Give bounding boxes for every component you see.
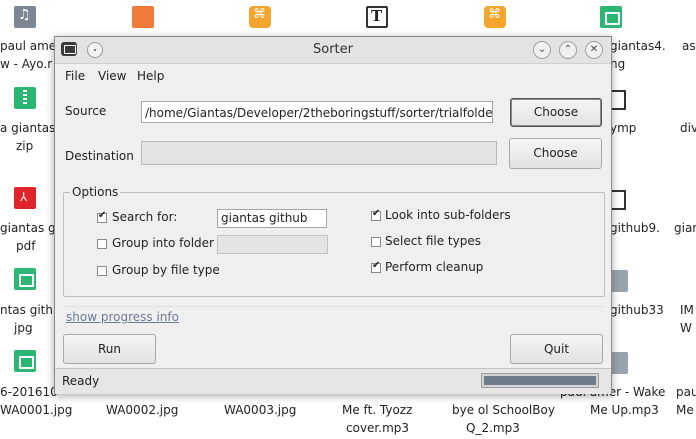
destination-path-field[interactable] (141, 141, 497, 165)
menu-bar: File View Help (55, 64, 611, 86)
group-into-folder-label[interactable]: Group into folder (112, 236, 214, 250)
desktop-file-label: github33 (610, 303, 664, 317)
zip-file-icon[interactable] (14, 87, 36, 109)
desktop-file-label: Q_2.mp3 (466, 421, 520, 435)
choose-destination-button[interactable]: Choose (509, 138, 602, 169)
search-for-label[interactable]: Search for: (112, 210, 177, 224)
desktop-file-label: pdf (16, 239, 36, 253)
text-file-icon[interactable] (366, 6, 388, 28)
desktop-file-label: div (680, 121, 696, 135)
menu-file[interactable]: File (65, 69, 85, 83)
desktop-file-label: zip (16, 139, 34, 153)
image-file-icon[interactable] (14, 268, 36, 290)
desktop-file-label: w - Ayo.r (0, 57, 53, 71)
choose-source-button[interactable]: Choose (510, 98, 602, 127)
desktop-file-label: ng (610, 57, 626, 71)
run-button[interactable]: Run (63, 334, 156, 364)
group-by-file-type-checkbox[interactable] (97, 266, 107, 276)
pdf-file-icon[interactable] (14, 187, 36, 209)
window-title: Sorter (313, 42, 353, 57)
select-file-types-checkbox[interactable] (371, 237, 381, 247)
desktop-file-label: cover.mp3 (346, 421, 410, 435)
options-group: Options Search for: giantas github Group… (63, 185, 605, 297)
show-progress-link[interactable]: show progress info (66, 310, 179, 324)
group-into-folder-checkbox[interactable] (97, 239, 107, 249)
image-file-icon[interactable] (14, 350, 36, 372)
desktop-file-label: github9. (610, 221, 660, 235)
image-file-icon[interactable] (600, 6, 622, 28)
title-bar[interactable]: Sorter ⌄ ⌃ ✕ (55, 37, 611, 64)
group-folder-input[interactable] (217, 235, 328, 254)
desktop-file-label: WA0003.jpg (224, 403, 297, 417)
sorter-window: Sorter ⌄ ⌃ ✕ File View Help Source /home… (54, 36, 612, 394)
search-input[interactable]: giantas github (217, 209, 327, 228)
look-into-subfolders-label[interactable]: Look into sub-folders (385, 208, 511, 222)
desktop-file-label: WA0002.jpg (106, 403, 179, 417)
quit-button[interactable]: Quit (510, 334, 603, 364)
menu-help[interactable]: Help (137, 69, 164, 83)
desktop-file-label: WA0001.jpg (0, 403, 73, 417)
source-path-field[interactable]: /home/Giantas/Developer/2theboringstuff/… (141, 101, 493, 123)
desktop-file-label: Me (676, 403, 694, 417)
minimize-button[interactable]: ⌄ (533, 41, 551, 59)
desktop-file-label: ymp (610, 121, 637, 135)
status-text: Ready (62, 374, 100, 388)
desktop-file-label: W (680, 321, 692, 335)
source-label: Source (65, 104, 107, 118)
desktop-file-label: as (682, 39, 696, 53)
python-file-icon[interactable] (249, 6, 271, 28)
desktop-file-label: gian (674, 221, 696, 235)
status-bar: Ready (55, 368, 611, 394)
look-into-subfolders-checkbox[interactable] (371, 208, 381, 221)
desktop-file-label: Me Up.mp3 (590, 403, 659, 417)
select-file-types-label[interactable]: Select file types (385, 234, 481, 248)
python-file-icon[interactable] (484, 6, 506, 28)
desktop-file-label: jpg (14, 321, 33, 335)
presentation-file-icon[interactable] (132, 6, 154, 28)
close-button[interactable]: ✕ (585, 41, 603, 59)
status-progress-fill (484, 376, 596, 385)
maximize-button[interactable]: ⌃ (559, 41, 577, 59)
search-for-checkbox[interactable] (97, 210, 107, 223)
destination-label: Destination (65, 149, 134, 163)
perform-cleanup-checkbox[interactable] (371, 260, 381, 273)
status-progress-bar (481, 373, 599, 388)
options-title: Options (70, 185, 121, 199)
menu-view[interactable]: View (98, 69, 126, 83)
music-file-icon[interactable] (14, 6, 36, 28)
group-by-file-type-label[interactable]: Group by file type (112, 263, 220, 277)
perform-cleanup-label[interactable]: Perform cleanup (385, 260, 483, 274)
